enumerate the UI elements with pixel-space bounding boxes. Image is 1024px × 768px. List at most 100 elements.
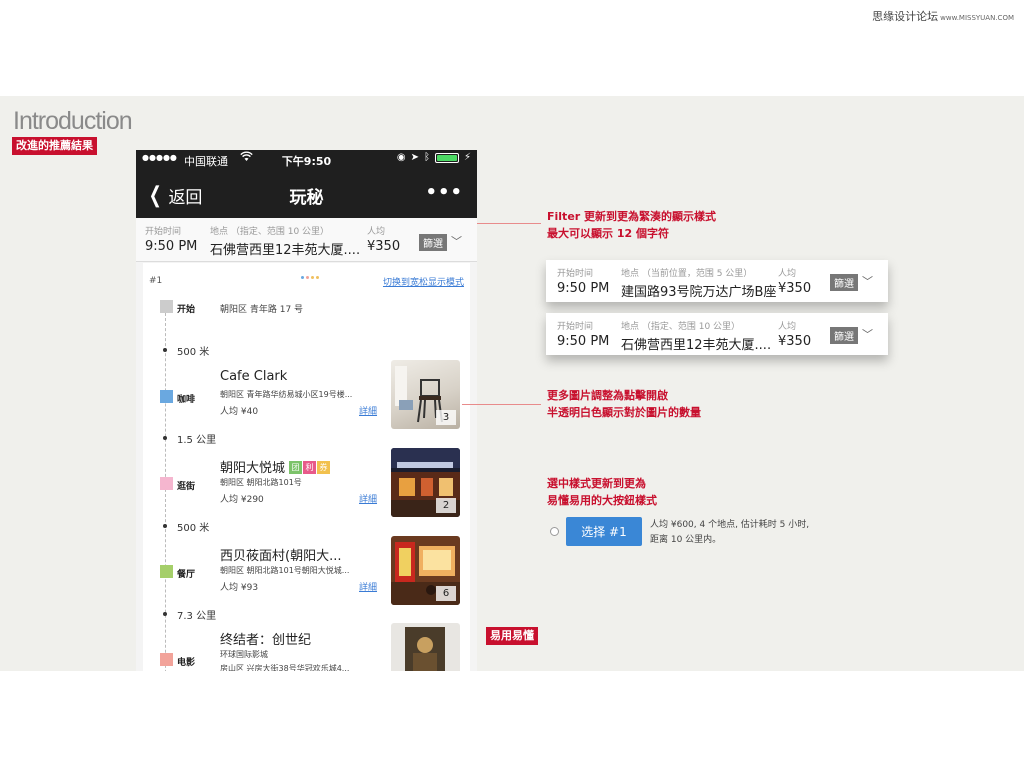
select-button[interactable]: 选择 #1 [566,517,642,546]
timeline-bullet [163,348,167,352]
timeline-bullet [163,436,167,440]
timeline-bullet [163,524,167,528]
detail-link[interactable]: 詳細 [359,580,377,593]
detail-link[interactable]: 詳細 [359,404,377,417]
fcard-place-value: 建国路93号院万达广场B座 [621,285,777,300]
item-title[interactable]: Cafe Clark [220,369,287,384]
select-info-line2: 距离 10 公里内。 [650,535,722,545]
switch-mode-link[interactable]: 切换到宽松显示模式 [383,275,464,288]
item-title[interactable]: 西贝莜面村(朝阳大... [220,545,341,564]
filter-people[interactable]: 人均 ¥350 [367,224,400,254]
item-address: 朝阳区 朝阳北路101号 [220,478,302,487]
watermark-url: www.MISSYUAN.COM [940,14,1014,22]
chevron-down-icon[interactable]: ﹀ [862,326,873,342]
category-label: 餐厅 [177,570,196,580]
item-title-text: 朝阳大悦城 [220,461,286,476]
photo-count: 6 [436,586,456,601]
category-marker-cafe [160,390,173,403]
filter-place[interactable]: 地点 （指定、范围 10 公里） 石佛营西里12丰苑大厦.... [210,224,360,258]
fcard-filter-button[interactable]: 篩選 [830,327,858,344]
detail-link[interactable]: 詳細 [359,492,377,505]
select-radio[interactable] [550,527,559,536]
fcard-people-value: ¥350 [778,281,812,296]
badge-benefit: 利 [303,461,317,474]
distance-label: 500 米 [177,347,210,358]
item-address: 朝阳区 朝阳北路101号朝阳大悦城... [220,566,350,575]
pager-dot [311,276,314,279]
item-address-detail: 房山区 兴房大街38号华冠欢乐城4... [220,664,350,671]
filter-button[interactable]: 篩選 [419,234,447,251]
slide: Introduction 改進的推薦結果 ●●●●● 中国联通 下午9:50 ◉… [0,96,1024,671]
distance-label: 500 米 [177,523,210,534]
category-label: 逛街 [177,482,196,492]
filter-people-value: ¥350 [367,239,401,254]
nav-bar: ❮ 返回 玩秘 ••• [136,170,477,218]
watermark: 思缘设计论坛 www.MISSYUAN.COM [872,8,1014,24]
item-photo-cafe[interactable]: 3 [391,360,460,429]
phone-screen: ●●●●● 中国联通 下午9:50 ◉ ➤ ᛒ ⚡ ❮ 返回 玩秘 ••• 开始… [136,150,477,671]
watermark-text: 思缘设计论坛 [872,10,939,23]
rotation-lock-icon: ◉ [396,152,406,163]
fcard-people-label: 人均 [778,322,797,332]
pager-dot [301,276,304,279]
filter-people-label: 人均 [367,227,386,237]
fcard-place-label: 地点 （指定、范围 10 公里） [621,322,741,332]
filter-time[interactable]: 开始时间 9:50 PM [145,224,197,254]
filter-card-specified[interactable]: 开始时间 9:50 PM 地点 （指定、范围 10 公里） 石佛营西里12丰苑大… [546,313,888,355]
fcard-place: 地点 （当前位置，范围 5 公里） 建国路93号院万达广场B座 [621,266,776,300]
fcard-time-label: 开始时间 [557,322,594,332]
card-number: #1 [149,276,163,286]
slide-title: Introduction [13,107,133,135]
location-icon: ➤ [410,152,419,163]
fcard-people-value: ¥350 [778,334,812,349]
select-info: 人均 ¥600, 4 个地点, 估计耗时 5 小时, 距离 10 公里内。 [650,518,809,548]
status-right: ◉ ➤ ᛒ ⚡ [397,152,471,163]
image-callout-line1: 更多圖片調整為點擊開啟 [547,389,668,402]
filter-leader-line [477,223,541,224]
pager-dots[interactable] [301,276,319,279]
select-info-line1: 人均 ¥600, 4 个地点, 估计耗时 5 小时, [650,520,810,530]
chevron-down-icon[interactable]: ﹀ [862,273,873,289]
fcard-place-value: 石佛营西里12丰苑大厦.... [621,338,772,353]
item-address: 朝阳区 青年路华纺易城小区19号楼... [220,390,353,399]
charging-icon: ⚡ [463,152,471,163]
start-marker [160,300,173,313]
select-callout-line2: 易懂易用的大按鈕樣式 [547,494,657,507]
fcard-time-value: 9:50 PM [557,334,610,349]
fcard-people: 人均 ¥350 [778,319,811,349]
item-price: 人均 ¥290 [220,495,264,505]
item-photo-movie[interactable] [391,623,460,671]
filter-callout: Filter 更新到更為緊湊的顯示樣式 最大可以顯示 12 個字符 [547,208,716,242]
badge-coupon: 券 [317,461,331,474]
item-title[interactable]: 终结者：创世纪 [220,629,311,648]
recommendation-card: #1 切换到宽松显示模式 开始 朝阳区 青年路 17 号 500 米 咖啡 Ca… [143,263,470,671]
image-callout-line2: 半透明白色顯示對於圖片的數量 [547,406,701,419]
fcard-time: 开始时间 9:50 PM [557,266,609,296]
filter-callout-line1: Filter 更新到更為緊湊的顯示樣式 [547,210,717,223]
item-title[interactable]: 朝阳大悦城团利券 [220,457,331,476]
fcard-place-label: 地点 （当前位置，范围 5 公里） [621,269,753,279]
chevron-down-icon[interactable]: ﹀ [451,233,462,249]
content-area: #1 切换到宽松显示模式 开始 朝阳区 青年路 17 号 500 米 咖啡 Ca… [136,263,477,671]
image-leader-line [462,404,541,405]
filter-bar[interactable]: 开始时间 9:50 PM 地点 （指定、范围 10 公里） 石佛营西里12丰苑大… [136,218,477,262]
item-photo-restaurant[interactable]: 6 [391,536,460,605]
filter-callout-line2: 最大可以顯示 12 個字符 [547,227,669,240]
fcard-time-value: 9:50 PM [557,281,610,296]
item-photo-mall[interactable]: 2 [391,448,460,517]
start-address: 朝阳区 青年路 17 号 [220,305,304,315]
image-callout: 更多圖片調整為點擊開啟 半透明白色顯示對於圖片的數量 [547,387,701,421]
photo-count: 2 [436,498,456,513]
fcard-place: 地点 （指定、范围 10 公里） 石佛营西里12丰苑大厦.... [621,319,771,353]
more-button[interactable]: ••• [425,182,463,203]
category-marker-restaurant [160,565,173,578]
filter-place-label: 地点 （指定、范围 10 公里） [210,227,330,237]
fcard-filter-button[interactable]: 篩選 [830,274,858,291]
fcard-time-label: 开始时间 [557,269,594,279]
filter-card-current[interactable]: 开始时间 9:50 PM 地点 （当前位置，范围 5 公里） 建国路93号院万达… [546,260,888,302]
improve-tag: 改進的推薦結果 [12,137,97,155]
status-bar: ●●●●● 中国联通 下午9:50 ◉ ➤ ᛒ ⚡ [136,150,477,170]
fcard-people-label: 人均 [778,269,797,279]
category-label: 电影 [177,658,196,668]
photo-count: 3 [436,410,456,425]
